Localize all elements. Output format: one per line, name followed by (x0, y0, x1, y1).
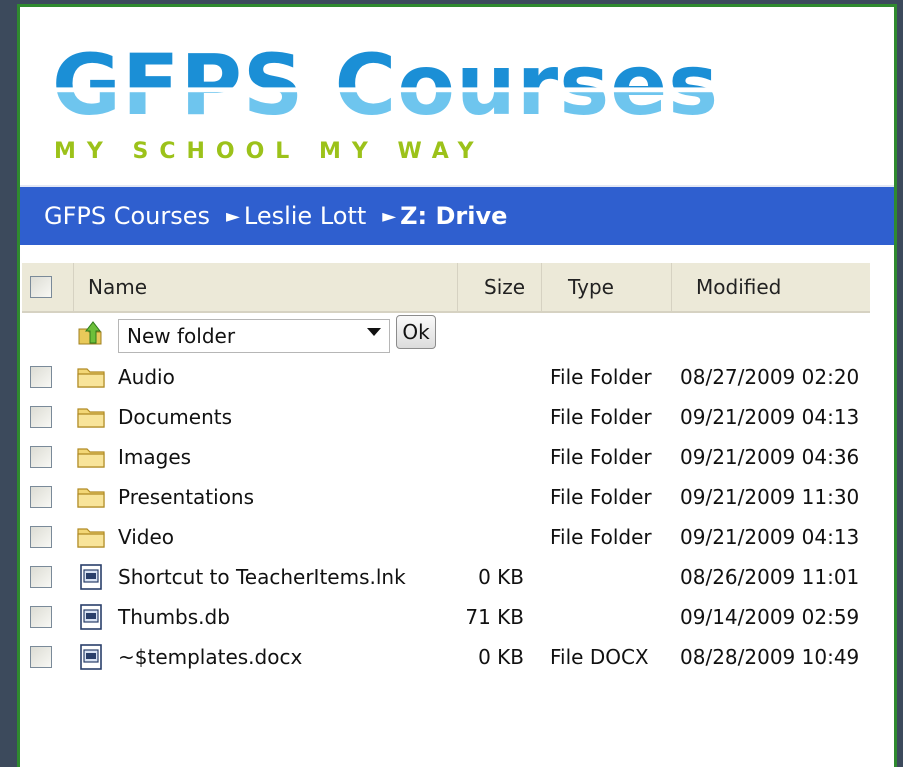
row-checkbox[interactable] (30, 446, 52, 468)
file-size: 0 KB (478, 565, 524, 589)
file-type (550, 597, 670, 637)
file-type: File Folder (550, 405, 652, 429)
table-row[interactable]: Documents File Folder 09/21/2009 04:13 (22, 397, 870, 437)
file-size (458, 357, 524, 397)
up-folder-icon (78, 321, 102, 345)
folder-icon (77, 488, 105, 508)
breadcrumb-item-current: Z: Drive (400, 202, 508, 230)
file-name[interactable]: Documents (118, 397, 448, 437)
new-folder-value: New folder (127, 324, 236, 348)
table-row[interactable]: Shortcut to TeacherItems.lnk 0 KB 08/26/20… (22, 557, 870, 597)
row-checkbox[interactable] (30, 606, 52, 628)
folder-icon (77, 368, 105, 388)
table-row[interactable]: Video File Folder 09/21/2009 04:13 (22, 517, 870, 557)
file-name[interactable]: Video (118, 517, 448, 557)
site-logo[interactable]: GFPS Courses MY SCHOOL MY WAY (46, 27, 806, 177)
new-folder-select[interactable]: New folder (118, 319, 390, 353)
select-all-checkbox[interactable] (30, 276, 52, 298)
file-modified: 08/28/2009 10:49 (680, 645, 860, 669)
file-size (458, 477, 524, 517)
table-row[interactable]: Presentations File Folder 09/21/2009 11:30 (22, 477, 870, 517)
file-name[interactable]: Shortcut to TeacherItems.lnk (118, 557, 448, 597)
file-modified: 09/14/2009 02:59 (680, 605, 860, 629)
breadcrumb-item-home[interactable]: GFPS Courses (44, 202, 210, 230)
file-size (458, 517, 524, 557)
table-row[interactable]: Images File Folder 09/21/2009 04:36 (22, 437, 870, 477)
chevron-down-icon (367, 328, 381, 336)
row-checkbox[interactable] (30, 366, 52, 388)
file-type (550, 557, 670, 597)
row-checkbox[interactable] (30, 526, 52, 548)
folder-icon (77, 528, 105, 548)
breadcrumb: GFPS Courses ► Leslie Lott ► Z: Drive (20, 185, 894, 245)
breadcrumb-separator-icon: ► (382, 205, 397, 227)
table-row[interactable]: Thumbs.db 71 KB 09/14/2009 02:59 (22, 597, 870, 637)
file-name[interactable]: Images (118, 437, 448, 477)
file-type: File Folder (550, 485, 652, 509)
row-checkbox[interactable] (30, 646, 52, 668)
file-name[interactable]: ~$templates.docx (118, 637, 448, 677)
row-checkbox[interactable] (30, 486, 52, 508)
file-icon (80, 564, 102, 590)
ok-button[interactable]: Ok (396, 315, 436, 349)
file-size (458, 397, 524, 437)
file-modified: 08/27/2009 02:20 (680, 365, 860, 389)
file-name[interactable]: Thumbs.db (118, 597, 448, 637)
file-list: Audio File Folder 08/27/2009 02:20 Document… (22, 357, 870, 677)
new-folder-row: New folder Ok (22, 313, 870, 357)
file-modified: 09/21/2009 04:36 (680, 445, 860, 469)
breadcrumb-separator-icon: ► (226, 205, 240, 227)
column-header-modified[interactable]: Modified (672, 263, 870, 311)
file-icon (80, 604, 102, 630)
file-table: Name Size Type Modified New folder Ok Au… (22, 263, 870, 677)
column-header-name[interactable]: Name (74, 263, 458, 311)
breadcrumb-item-user[interactable]: Leslie Lott (244, 202, 366, 230)
folder-icon (77, 448, 105, 468)
file-modified: 08/26/2009 11:01 (680, 565, 860, 589)
file-type: File DOCX (550, 645, 649, 669)
folder-icon (77, 408, 105, 428)
file-type: File Folder (550, 525, 652, 549)
table-row[interactable]: Audio File Folder 08/27/2009 02:20 (22, 357, 870, 397)
file-type: File Folder (550, 365, 652, 389)
file-type: File Folder (550, 445, 652, 469)
file-size (458, 437, 524, 477)
file-size: 0 KB (478, 645, 524, 669)
file-modified: 09/21/2009 11:30 (680, 485, 860, 509)
file-size: 71 KB (465, 605, 524, 629)
row-checkbox[interactable] (30, 406, 52, 428)
page-frame: GFPS Courses MY SCHOOL MY WAY GFPS Cours… (17, 4, 897, 767)
logo-title: GFPS Courses (52, 36, 720, 134)
column-header-type[interactable]: Type (542, 263, 672, 311)
file-name[interactable]: Audio (118, 357, 448, 397)
select-all-cell (22, 263, 74, 311)
file-modified: 09/21/2009 04:13 (680, 525, 860, 549)
logo-tagline: MY SCHOOL MY WAY (54, 139, 485, 164)
table-header: Name Size Type Modified (22, 263, 870, 313)
column-header-size[interactable]: Size (458, 263, 542, 311)
row-checkbox[interactable] (30, 566, 52, 588)
file-name[interactable]: Presentations (118, 477, 448, 517)
file-modified: 09/21/2009 04:13 (680, 405, 860, 429)
file-icon (80, 644, 102, 670)
table-row[interactable]: ~$templates.docx 0 KB File DOCX 08/28/2009 … (22, 637, 870, 677)
